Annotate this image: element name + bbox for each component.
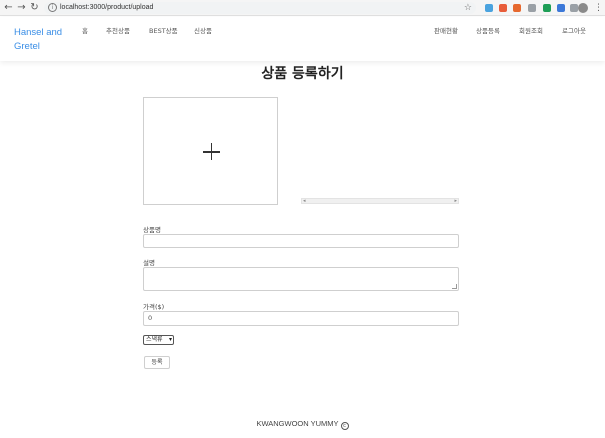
description-textarea[interactable] — [143, 267, 459, 291]
nav-link-home[interactable]: 홈 — [82, 27, 88, 36]
address-url[interactable]: localhost:3000/product/upload — [60, 2, 153, 14]
horizontal-scrollbar[interactable]: ◂ ▸ — [301, 198, 459, 204]
info-icon[interactable]: i — [48, 3, 57, 12]
nav-link-product-register[interactable]: 상품등록 — [476, 27, 500, 36]
nav-link-logout[interactable]: 로그아웃 — [562, 27, 586, 36]
nav-link-member-lookup[interactable]: 회원조회 — [519, 27, 543, 36]
extension-icon[interactable] — [485, 4, 493, 12]
footer: KWANGWOON YUMMY c — [0, 419, 605, 430]
extension-icon[interactable] — [543, 4, 551, 12]
extension-icon[interactable] — [557, 4, 565, 12]
resize-handle[interactable] — [452, 284, 457, 289]
page-title: 상품 등록하기 — [261, 66, 344, 82]
price-value: 0 — [148, 314, 153, 322]
price-input[interactable]: 0 — [143, 311, 459, 326]
image-upload-dropzone[interactable] — [143, 97, 278, 205]
copyright-icon: c — [340, 422, 349, 430]
category-select[interactable]: 스낵류 ▾ — [143, 335, 174, 345]
extension-icon[interactable] — [528, 4, 536, 12]
profile-avatar[interactable] — [578, 3, 588, 13]
browser-toolbar: ← → ↻ i localhost:3000/product/upload ☆ … — [0, 0, 605, 16]
submit-button[interactable]: 등록 — [144, 356, 170, 369]
footer-text: KWANGWOON YUMMY — [256, 419, 339, 428]
extension-icon[interactable] — [513, 4, 521, 12]
browser-menu-icon[interactable]: ⋮ — [594, 1, 603, 15]
back-icon[interactable]: ← — [3, 1, 14, 15]
brand-logo-link[interactable]: Hansel and Gretel — [14, 26, 74, 54]
extension-icon[interactable] — [499, 4, 507, 12]
nav-link-best[interactable]: BEST상품 — [149, 27, 178, 36]
nav-link-recommended[interactable]: 추천상품 — [106, 27, 130, 36]
extension-icon[interactable] — [570, 4, 578, 12]
scroll-left-icon[interactable]: ◂ — [303, 196, 306, 206]
nav-link-new[interactable]: 신상품 — [194, 27, 212, 36]
forward-icon[interactable]: → — [16, 1, 27, 15]
bookmark-star-icon[interactable]: ☆ — [464, 2, 472, 14]
app-navbar: Hansel and Gretel 홈 추천상품 BEST상품 신상품 판매현황… — [0, 17, 605, 61]
product-name-input[interactable] — [143, 234, 459, 248]
category-selected-value: 스낵류 — [146, 336, 163, 343]
address-bar[interactable]: i localhost:3000/product/upload ☆ — [44, 2, 476, 14]
reload-icon[interactable]: ↻ — [29, 1, 40, 15]
scroll-right-icon[interactable]: ▸ — [454, 196, 457, 206]
nav-link-sales-status[interactable]: 판매현황 — [434, 27, 458, 36]
chevron-down-icon: ▾ — [168, 336, 172, 343]
